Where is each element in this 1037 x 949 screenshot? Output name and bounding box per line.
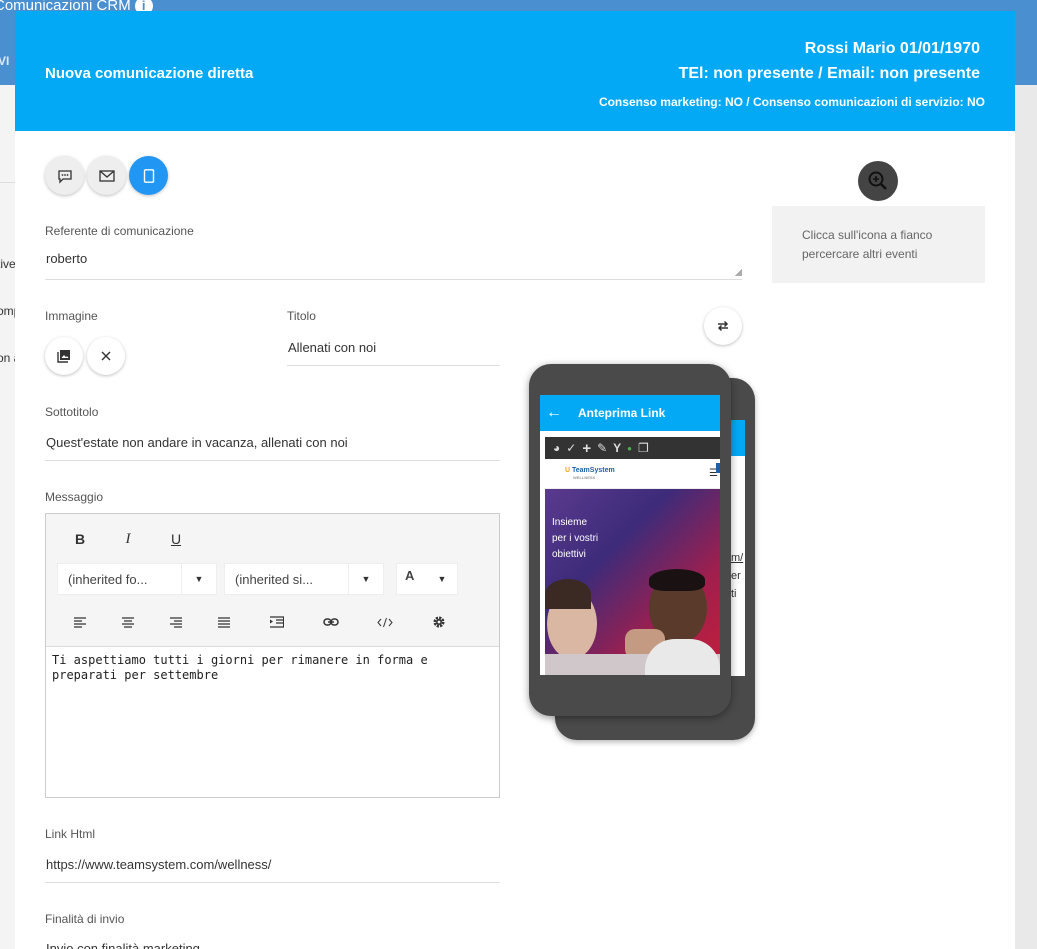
align-center-button[interactable] xyxy=(116,610,140,634)
plus-icon: + xyxy=(582,439,592,457)
chevron-down-icon: ▼ xyxy=(348,564,383,594)
teamsystem-logo: U TeamSystem WELLNESS xyxy=(565,467,615,480)
phone-title: Anteprima Link xyxy=(578,406,666,420)
phone-screen: ← Anteprima Link ◕ ✓ + ✎ Y ● ❐ U TeamSys… xyxy=(540,395,720,675)
referente-value: roberto xyxy=(46,251,88,266)
hero-image: Insieme per i vostri obiettivi xyxy=(545,489,720,675)
chevron-down-icon: ▼ xyxy=(437,574,447,584)
phone-preview: ← Anteprima Link ◕ ✓ + ✎ Y ● ❐ U TeamSys… xyxy=(529,364,731,716)
indent-icon xyxy=(270,616,284,628)
mobile-channel-button[interactable] xyxy=(129,156,168,195)
patient-name: Rossi Mario 01/01/1970 xyxy=(804,40,980,57)
gear-icon xyxy=(433,616,445,628)
site-accent xyxy=(716,463,720,473)
background-fragment: VI xyxy=(0,54,10,68)
justify-icon xyxy=(218,616,230,628)
search-events-button[interactable] xyxy=(858,161,898,201)
referente-label: Referente di comunicazione xyxy=(45,224,194,238)
remove-image-button[interactable] xyxy=(87,337,125,375)
status-dot-icon: ● xyxy=(627,443,632,453)
indent-button[interactable] xyxy=(265,610,289,634)
link-button[interactable] xyxy=(319,610,343,634)
zoom-in-icon xyxy=(868,171,887,190)
man-shirt xyxy=(645,639,720,675)
woman-hair xyxy=(545,579,591,609)
sottotitolo-field[interactable]: Quest'estate non andare in vacanza, alle… xyxy=(45,433,500,461)
background-fragment: tive xyxy=(0,257,16,271)
email-icon xyxy=(98,169,115,182)
image-gallery-icon xyxy=(57,350,70,363)
align-right-button[interactable] xyxy=(164,610,188,634)
titolo-field[interactable]: Allenati con noi xyxy=(287,337,500,366)
justify-button[interactable] xyxy=(212,610,236,634)
site-toolbar: ◕ ✓ + ✎ Y ● ❐ xyxy=(545,437,720,459)
font-color-select[interactable]: A ▼ xyxy=(396,563,458,595)
align-left-button[interactable] xyxy=(68,610,92,634)
align-center-icon xyxy=(122,616,134,628)
finalita-field[interactable]: Invio con finalità marketing xyxy=(45,941,500,949)
patient-contacts: TEl: non presente / Email: non presente xyxy=(678,65,980,82)
back-arrow-icon[interactable]: ← xyxy=(542,404,566,422)
events-hint-card: Clicca sull'icona a fianco percercare al… xyxy=(772,206,985,283)
italic-button[interactable]: I xyxy=(116,527,140,551)
immagine-label: Immagine xyxy=(45,309,98,323)
patient-info: Rossi Mario 01/01/1970 TEl: non presente… xyxy=(599,39,985,110)
swap-icon xyxy=(717,320,729,332)
patient-consent: Consenso marketing: NO / Consenso comuni… xyxy=(598,95,985,109)
referente-field[interactable]: roberto xyxy=(45,251,742,280)
site-header: U TeamSystem WELLNESS ☰ xyxy=(545,459,720,489)
align-right-icon xyxy=(170,616,182,628)
font-size-select[interactable]: (inherited si... ▼ xyxy=(224,563,384,595)
chat-icon xyxy=(57,169,72,184)
font-family-value: (inherited fo... xyxy=(68,572,148,587)
link-label: Link Html xyxy=(45,827,96,841)
modal-title: Nuova comunicazione diretta xyxy=(45,65,254,82)
message-textarea[interactable]: Ti aspettiamo tutti i giorni per rimaner… xyxy=(46,647,499,689)
code-icon xyxy=(377,617,393,627)
mobile-icon xyxy=(143,168,154,183)
copy-icon: ❐ xyxy=(638,441,649,455)
phone-app-bar: ← Anteprima Link xyxy=(540,395,720,431)
messaggio-label: Messaggio xyxy=(45,490,104,504)
close-icon xyxy=(101,351,111,361)
communication-modal: Nuova comunicazione diretta Rossi Mario … xyxy=(15,11,1015,949)
resize-handle-icon[interactable] xyxy=(735,269,742,276)
man-hair xyxy=(649,569,705,591)
chat-channel-button[interactable] xyxy=(45,156,84,195)
background-divider xyxy=(0,182,15,183)
finalita-label: Finalità di invio xyxy=(45,912,125,926)
link-field[interactable]: https://www.teamsystem.com/wellness/ xyxy=(45,855,500,883)
settings-button[interactable] xyxy=(427,610,451,634)
brush-icon: ✓ xyxy=(566,441,577,455)
dashboard-icon: ◕ xyxy=(553,441,561,455)
underline-button[interactable]: U xyxy=(164,527,188,551)
email-channel-button[interactable] xyxy=(87,156,126,195)
pencil-icon: ✎ xyxy=(597,441,608,455)
link-icon xyxy=(323,618,339,626)
source-code-button[interactable] xyxy=(373,610,397,634)
phone-back-text: m/ er ti xyxy=(731,552,744,600)
align-left-icon xyxy=(74,616,86,628)
swap-preview-button[interactable] xyxy=(704,307,742,345)
message-editor: B I U (inherited fo... ▼ (inherited si..… xyxy=(45,513,500,798)
editor-toolbar: B I U (inherited fo... ▼ (inherited si..… xyxy=(46,514,499,647)
yoast-icon: Y xyxy=(613,441,622,455)
background-sidebar xyxy=(0,85,15,949)
font-family-select[interactable]: (inherited fo... ▼ xyxy=(57,563,217,595)
hero-text: Insieme per i vostri obiettivi xyxy=(552,517,599,560)
modal-header: Nuova comunicazione diretta Rossi Mario … xyxy=(15,11,1015,131)
chevron-down-icon: ▼ xyxy=(181,564,216,594)
font-color-icon: A xyxy=(405,568,415,583)
titolo-label: Titolo xyxy=(287,309,316,323)
bold-button[interactable]: B xyxy=(68,527,92,551)
select-image-button[interactable] xyxy=(45,337,83,375)
font-size-value: (inherited si... xyxy=(235,572,314,587)
sottotitolo-label: Sottotitolo xyxy=(45,405,99,419)
